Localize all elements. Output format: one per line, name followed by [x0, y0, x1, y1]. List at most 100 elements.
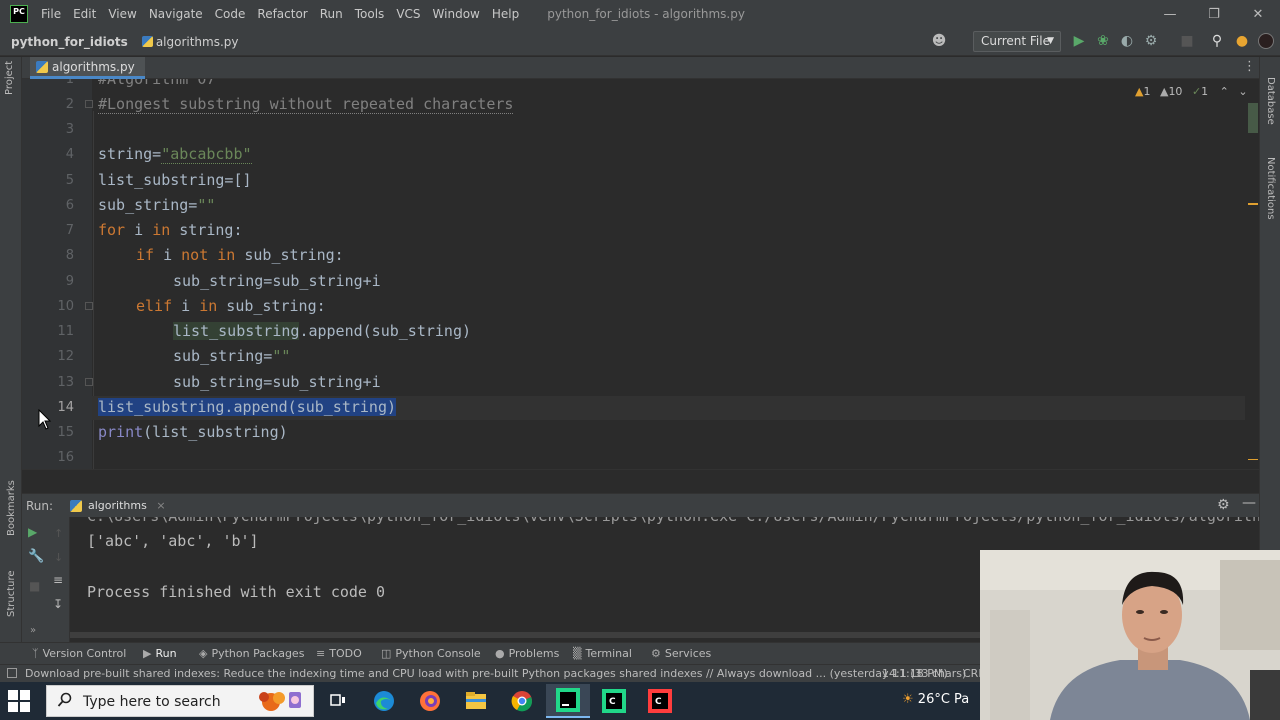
keyword: in [199, 297, 218, 315]
menu-edit[interactable]: Edit [73, 7, 96, 21]
problems-tab[interactable]: ● Problems [495, 643, 559, 665]
search-icon[interactable]: ⚲ [1209, 33, 1225, 49]
stop-icon[interactable]: ■ [1179, 33, 1195, 49]
close-button[interactable]: ✕ [1236, 0, 1280, 28]
bookmarks-tool-tab[interactable]: Bookmarks [6, 480, 17, 536]
notifications-tool-tab[interactable]: Notifications [1265, 157, 1276, 220]
todo-tab[interactable]: ≡ TODO [316, 643, 362, 665]
run-icon[interactable]: ▶ [1071, 33, 1087, 49]
breadcrumb-file[interactable]: algorithms.py [141, 35, 239, 49]
scroll-to-end-icon[interactable]: ↧ [53, 597, 63, 611]
terminal-tab[interactable]: ▒ Terminal [573, 643, 632, 665]
menu-file[interactable]: File [41, 7, 61, 21]
code-token: sub_string: [217, 297, 326, 315]
clion-alt-icon[interactable]: C [638, 684, 682, 718]
status-toggle-icon[interactable] [7, 668, 17, 678]
line-number: 13 [57, 375, 74, 390]
python-console-tab[interactable]: ◫ Python Console [381, 643, 481, 665]
chrome-icon[interactable] [500, 684, 544, 718]
run-tab-label: algorithms [88, 499, 147, 512]
python-packages-tab[interactable]: ◈ Python Packages [199, 643, 304, 665]
gear-icon[interactable]: ⚙ [1217, 497, 1230, 513]
line-number: 4 [65, 147, 74, 162]
more-options-icon[interactable]: ⋮ [1243, 59, 1256, 74]
problems-icon: ● [495, 647, 505, 660]
run-tool-tab[interactable]: ▶ Run [143, 643, 177, 665]
clion-icon[interactable]: C [592, 684, 636, 718]
caret-position[interactable]: 14:1 (33 chars) [882, 667, 966, 680]
python-file-icon [141, 35, 153, 47]
menu-window[interactable]: Window [433, 7, 480, 21]
firefox-glyph [420, 691, 440, 711]
weather-widget[interactable]: ☀ 26°C Pa [902, 692, 969, 707]
database-tool-tab[interactable]: Database [1265, 77, 1276, 125]
scrollbar-thumb[interactable] [1248, 103, 1258, 133]
firefox-icon[interactable] [408, 684, 452, 718]
soft-wrap-icon[interactable]: ≡ [53, 573, 63, 587]
services-tab[interactable]: ⚙ Services [651, 643, 711, 665]
tab-label: TODO [329, 647, 362, 660]
chevron-down-icon: ▼ [1047, 36, 1054, 46]
tab-label: Services [664, 647, 712, 660]
logo-text: PC [13, 7, 25, 16]
coverage-icon[interactable]: ◐ [1119, 33, 1135, 49]
start-button[interactable] [8, 690, 30, 712]
run-configuration-select[interactable]: Current File ▼ [973, 31, 1061, 52]
stop-icon[interactable]: ■ [29, 579, 40, 593]
breadcrumb-project[interactable]: python_for_idiots [11, 35, 128, 49]
fold-marker[interactable] [85, 302, 93, 310]
menu-help[interactable]: Help [492, 7, 519, 21]
avatar[interactable] [1258, 33, 1274, 49]
debug-icon[interactable]: ❀ [1095, 33, 1111, 49]
line-number: 12 [57, 349, 74, 364]
search-icon [57, 692, 72, 707]
tab-algorithms-py[interactable]: algorithms.py [30, 57, 145, 79]
scroll-marker [1248, 203, 1258, 205]
inspection-widget[interactable]: ▲1 ▲10 ✓1 ⌃ ⌄ [1135, 85, 1248, 98]
fold-marker[interactable] [85, 378, 93, 386]
scroll-down-icon[interactable]: ↓ [54, 551, 63, 564]
menu-vcs[interactable]: VCS [396, 7, 420, 21]
warning-count: 1 [1143, 85, 1151, 98]
project-tool-tab[interactable]: Project [4, 61, 15, 95]
status-message[interactable]: Download pre-built shared indexes: Reduc… [25, 667, 948, 680]
string-literal: "" [197, 196, 216, 214]
code-token: i [172, 297, 200, 315]
user-icon[interactable]: ☻ [931, 33, 947, 49]
restore-button[interactable]: ❐ [1192, 0, 1236, 28]
update-icon[interactable]: ● [1234, 33, 1250, 49]
taskbar-search-box[interactable]: Type here to search [46, 685, 314, 717]
menu-navigate[interactable]: Navigate [149, 7, 203, 21]
weak-warning-count: 10 [1168, 85, 1183, 98]
structure-tool-tab[interactable]: Structure [6, 570, 17, 617]
file-explorer-icon[interactable] [454, 684, 498, 718]
menu-view[interactable]: View [108, 7, 136, 21]
wrench-icon[interactable]: 🔧 [28, 549, 44, 564]
code-editor[interactable]: ▲1 ▲10 ✓1 ⌃ ⌄ 1 2 3 4 5 6 7 8 9 10 11 12… [22, 79, 1259, 469]
menu-tools[interactable]: Tools [355, 7, 385, 21]
chevron-down-icon[interactable]: ⌄ [1238, 85, 1247, 98]
task-view-icon[interactable] [316, 684, 360, 718]
fold-marker[interactable] [85, 100, 93, 108]
scroll-up-icon[interactable]: ↑ [54, 527, 63, 540]
line-number: 10 [57, 299, 74, 314]
profile-icon[interactable]: ⚙ [1143, 33, 1159, 49]
windows-logo-pane [20, 690, 30, 700]
run-tab-algorithms[interactable]: algorithms × [64, 494, 176, 518]
clion-alt-glyph: C [648, 689, 672, 713]
menu-refactor[interactable]: Refactor [257, 7, 307, 21]
pycharm-icon[interactable] [546, 684, 590, 718]
version-control-tab[interactable]: ᛉ Version Control [32, 643, 126, 665]
more-icon[interactable]: » [30, 625, 36, 636]
edge-icon[interactable] [362, 684, 406, 718]
rerun-icon[interactable]: ▶ [28, 525, 37, 539]
panel-splitter[interactable] [22, 469, 1259, 493]
menu-code[interactable]: Code [215, 7, 246, 21]
hide-panel-icon[interactable]: — [1242, 495, 1256, 511]
menu-run[interactable]: Run [320, 7, 343, 21]
minimize-button[interactable]: — [1148, 0, 1192, 28]
typo-icon: ✓ [1191, 85, 1202, 98]
close-icon[interactable]: × [156, 499, 165, 512]
pycharm-logo[interactable]: PC [10, 5, 28, 23]
chevron-up-icon[interactable]: ⌃ [1220, 85, 1229, 98]
